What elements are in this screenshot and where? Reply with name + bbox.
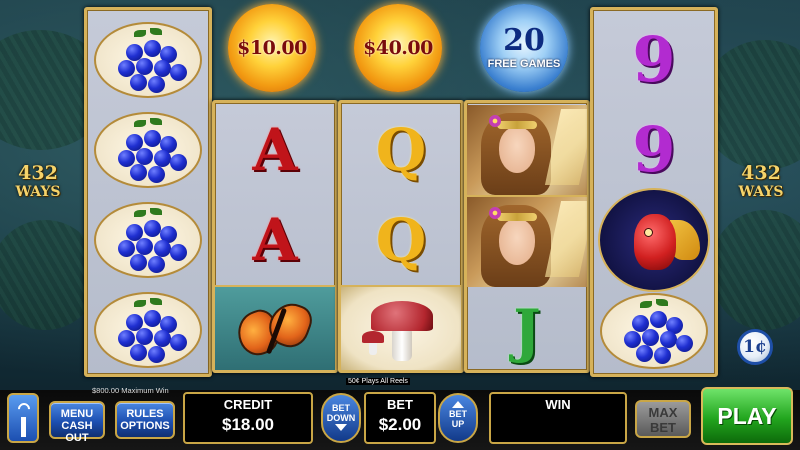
letter-a-symbol: A [252,206,298,274]
butterfly-icon [230,296,320,361]
symbol-J: J [467,289,587,373]
free-games-count: 20 [503,23,545,58]
free-games-orb: 20 FREE GAMES [480,4,568,92]
rules-label: RULES [126,408,164,420]
win-display: WIN [489,392,627,444]
symbol-Q: Q [341,105,461,195]
bet-up-label-1: BET [449,409,467,419]
jackpot-orb-1: $10.00 [228,4,316,92]
symbol-9: 9 [593,16,715,104]
symbol-dragon [593,188,715,292]
ways-indicator-left: 432 WAYS [8,164,68,202]
ways-label: WAYS [15,184,61,200]
letter-q-symbol: Q [375,116,427,184]
symbol-butterfly [215,287,335,370]
blueberries-icon [94,112,202,188]
bet-down-label-1: BET [332,403,350,413]
play-button[interactable]: PLAY [701,387,793,445]
menu-cashout-button[interactable]: MENU CASH OUT [49,401,105,444]
bet-up-label-2: UP [451,419,465,429]
max-bet-label-2: BET [650,420,676,435]
jackpot-value: $40.00 [363,37,433,59]
symbol-A: A [215,195,335,285]
symbol-blueberries [87,286,209,374]
service-button[interactable] [7,393,39,443]
win-label: WIN [545,397,571,412]
ways-count: 432 [18,162,58,184]
arrow-down-icon [335,424,347,431]
bet-value: $2.00 [378,415,422,434]
reel-5: 9 9 [590,7,718,377]
rules-options-button[interactable]: RULES OPTIONS [115,401,175,439]
bet-down-label-2: DOWN [326,413,356,423]
jackpot-orb-2: $40.00 [354,4,442,92]
denomination-button[interactable]: 1¢ [737,329,773,365]
reel-4: J [464,100,590,373]
reel-3: Q Q [338,100,464,373]
credit-value: $18.00 [222,415,274,434]
free-games-label: FREE GAMES [487,58,561,70]
max-win-note: $800.00 Maximum Win [92,386,169,395]
ways-label: WAYS [738,184,784,200]
game-stage: 432 WAYS 432 WAYS $10.00 $40.00 20 FREE … [0,0,800,450]
number-nine-symbol: 9 [632,113,676,186]
max-bet-label-1: MAX [648,405,678,420]
letter-a-symbol: A [252,116,298,184]
jackpot-value: $10.00 [237,37,307,59]
bet-up-button[interactable]: BET UP [438,393,478,443]
signal-icon [15,400,33,418]
arrow-up-icon [452,401,464,408]
symbol-Q: Q [341,195,461,285]
number-nine-symbol: 9 [632,23,676,96]
blueberries-icon [94,22,202,98]
options-label: OPTIONS [120,420,170,432]
fairy-portrait-icon [467,197,587,287]
bet-label: BET [387,397,413,412]
blueberries-icon [94,292,202,368]
max-bet-button[interactable]: MAX BET [635,400,691,438]
symbol-blueberries [87,106,209,194]
dragon-icon [598,188,710,292]
bet-display: BET $2.00 [364,392,436,444]
credit-label: CREDIT [223,397,273,412]
menu-label: MENU [60,408,94,420]
symbol-blueberries [593,288,715,374]
plays-all-reels-note: 50¢ Plays All Reels [346,378,410,385]
symbol-9: 9 [593,106,715,194]
bet-down-button[interactable]: BET DOWN [321,393,361,443]
reel-1 [84,7,212,377]
cashout-label: CASH OUT [61,420,93,444]
symbol-A: A [215,105,335,195]
letter-j-symbol: J [513,297,541,365]
ways-count: 432 [741,162,781,184]
symbol-mushroom [341,287,461,370]
ways-indicator-right: 432 WAYS [731,164,791,202]
symbol-fairy [467,105,587,195]
fern-decoration [710,210,800,330]
symbol-blueberries [87,16,209,104]
symbol-blueberries [87,196,209,284]
blueberries-icon [94,202,202,278]
service-pole-icon [21,417,26,437]
mushroom-icon [346,293,456,365]
reel-2: A A [212,100,338,373]
letter-q-symbol: Q [375,206,427,274]
blueberries-icon [600,293,708,369]
symbol-fairy [467,197,587,287]
credit-display: CREDIT $18.00 [183,392,313,444]
feature-header: $10.00 $40.00 20 FREE GAMES [216,0,592,104]
fairy-portrait-icon [467,105,587,195]
